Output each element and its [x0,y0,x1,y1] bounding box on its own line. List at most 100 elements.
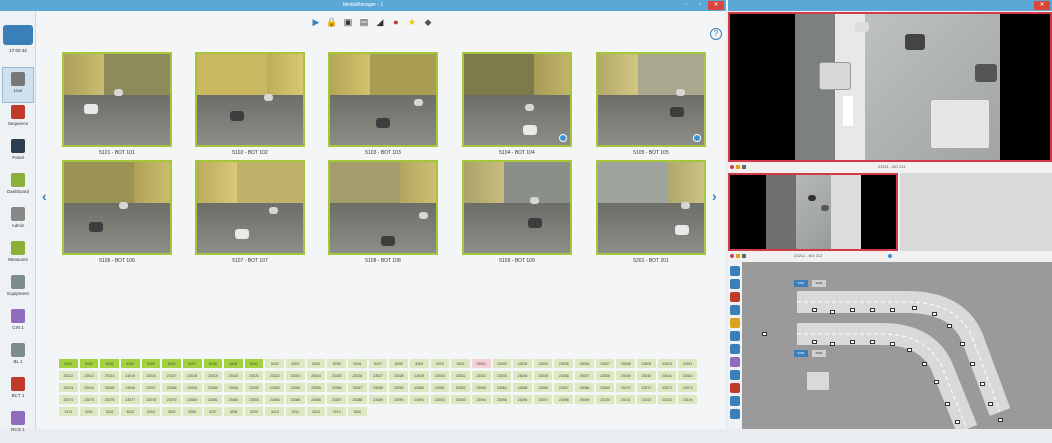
camera-select-cell[interactable]: 5105 [140,358,162,369]
camera-thumbnail[interactable] [328,160,438,255]
map-tool-icon[interactable] [730,305,740,315]
camera-select-cell[interactable]: 23039 [615,370,637,381]
camera-marker-icon[interactable] [934,380,939,384]
camera-select-cell[interactable]: 3213 [326,406,348,417]
camera-select-cell[interactable]: 3210 [264,406,286,417]
camera-select-cell[interactable]: 23092 [429,394,451,405]
camera-select-cell[interactable]: 23085 [285,394,306,405]
camera-select-cell[interactable]: 23024 [305,370,327,381]
camera-select-cell[interactable]: 23021 [243,370,265,381]
camera-select-cell[interactable]: 3211 [285,406,306,417]
camera-thumbnail[interactable] [328,52,438,147]
camera-select-cell[interactable]: 23019 [202,370,224,381]
camera-select-cell[interactable]: 5207 [367,358,389,369]
camera-marker-icon[interactable] [762,332,767,336]
camera-select-cell[interactable]: 23034 [512,370,533,381]
map-tool-icon[interactable] [730,292,740,302]
edit-icon[interactable] [742,165,746,169]
edit-icon[interactable] [742,254,746,258]
camera-select-cell[interactable]: 23017 [161,370,182,381]
sidebar-item-cin-1[interactable]: CIN 1 [2,305,34,341]
camera-select-cell[interactable]: 23077 [119,394,141,405]
camera-marker-icon[interactable] [870,340,875,344]
camera-select-cell[interactable]: 23098 [553,394,575,405]
camera-marker-icon[interactable] [907,348,912,352]
camera-select-cell[interactable]: 23029 [408,370,430,381]
next-page-arrow[interactable]: › [712,188,717,204]
camera-select-cell[interactable]: 23030 [429,370,451,381]
camera-select-cell[interactable]: 23026 [347,370,368,381]
camera-marker-icon[interactable] [960,342,965,346]
sidebar-item-rcg-1[interactable]: RCG 1 [2,407,34,443]
camera-select-cell[interactable]: 23063 [470,382,492,393]
main-video-view[interactable] [728,12,1052,162]
camera-select-cell[interactable]: 3204 [140,406,162,417]
lock-copy-icon[interactable]: ▣ [342,16,354,28]
camera-select-cell[interactable]: 23100 [594,394,616,405]
camera-marker-icon[interactable] [830,310,835,314]
camera-select-cell[interactable]: 23043 [58,382,79,393]
sidebar-item-measures[interactable]: Measures [2,237,34,273]
camera-select-cell[interactable]: 5203 [285,358,306,369]
sidebar-item-live[interactable]: Live [2,67,34,103]
camera-select-cell[interactable]: 23004 [532,358,554,369]
camera-select-cell[interactable]: 5103 [99,358,120,369]
camera-select-cell[interactable]: 23058 [367,382,389,393]
camera-select-cell[interactable]: 23076 [99,394,120,405]
camera-select-cell[interactable]: 3212 [305,406,327,417]
camera-select-cell[interactable]: 3206 [181,406,203,417]
camera-select-cell[interactable]: 23016 [140,370,162,381]
camera-select-cell[interactable]: 23035 [532,370,554,381]
camera-select-cell[interactable]: 23037 [574,370,595,381]
camera-select-cell[interactable]: 23094 [470,394,492,405]
camera-select-cell[interactable]: 23011 [677,358,698,369]
camera-select-cell[interactable]: 23103 [656,394,678,405]
sidebar-item-dashboard[interactable]: Dashboard [2,169,34,205]
camera-select-cell[interactable]: 23038 [594,370,616,381]
camera-marker-icon[interactable] [988,402,993,406]
camera-select-cell[interactable]: 23047 [140,382,162,393]
camera-select-cell[interactable]: 23059 [388,382,409,393]
camera-marker-icon[interactable] [970,362,975,366]
map-tool-icon[interactable] [730,357,740,367]
sidebar-item-equipment[interactable]: Equipment [2,271,34,307]
camera-marker-icon[interactable] [850,308,855,312]
camera-select-cell[interactable]: 23001 [470,358,492,369]
camera-select-cell[interactable]: 23046 [119,382,141,393]
camera-select-cell[interactable]: 5210 [429,358,451,369]
camera-select-cell[interactable]: 23104 [677,394,698,405]
video-wall-close-button[interactable]: ✕ [1034,1,1050,10]
camera-select-cell[interactable]: 23013 [78,370,100,381]
camera-select-cell[interactable]: 23091 [408,394,430,405]
map-tool-icon[interactable] [730,331,740,341]
camera-select-cell[interactable]: 5204 [305,358,327,369]
camera-select-cell[interactable]: 23078 [140,394,162,405]
camera-marker-icon[interactable] [998,418,1003,422]
camera-select-cell[interactable]: 3209 [243,406,265,417]
tunnel-synoptic-map[interactable]: 5201 5202 5203 5204 [742,262,1052,429]
close-button[interactable]: ✕ [708,1,724,10]
camera-info-icon[interactable] [559,134,567,142]
map-camera-button[interactable]: 5203 [794,350,808,357]
camera-select-cell[interactable]: 23080 [181,394,203,405]
camera-select-cell[interactable]: 23074 [58,394,79,405]
camera-select-cell[interactable]: 23062 [450,382,471,393]
camera-select-cell[interactable]: 23089 [367,394,389,405]
camera-thumbnail[interactable] [462,160,572,255]
camera-select-cell[interactable]: 5106 [161,358,182,369]
camera-select-cell[interactable]: 3300 [347,406,368,417]
camera-select-cell[interactable]: 23060 [408,382,430,393]
camera-select-cell[interactable]: 23084 [264,394,286,405]
camera-marker-icon[interactable] [945,402,950,406]
sidebar-item-bl-1[interactable]: BL 1 [2,339,34,375]
lock-icon[interactable]: 🔒 [326,16,338,28]
camera-thumbnail[interactable] [62,160,172,255]
camera-select-cell[interactable]: 5206 [347,358,368,369]
lock-icon[interactable] [736,254,740,258]
camera-select-cell[interactable]: 5102 [78,358,100,369]
camera-marker-icon[interactable] [932,312,937,316]
previous-page-arrow[interactable]: ‹ [42,188,47,204]
camera-info-icon[interactable] [693,134,701,142]
camera-select-cell[interactable]: 23054 [285,382,306,393]
camera-select-cell[interactable]: 23023 [285,370,306,381]
